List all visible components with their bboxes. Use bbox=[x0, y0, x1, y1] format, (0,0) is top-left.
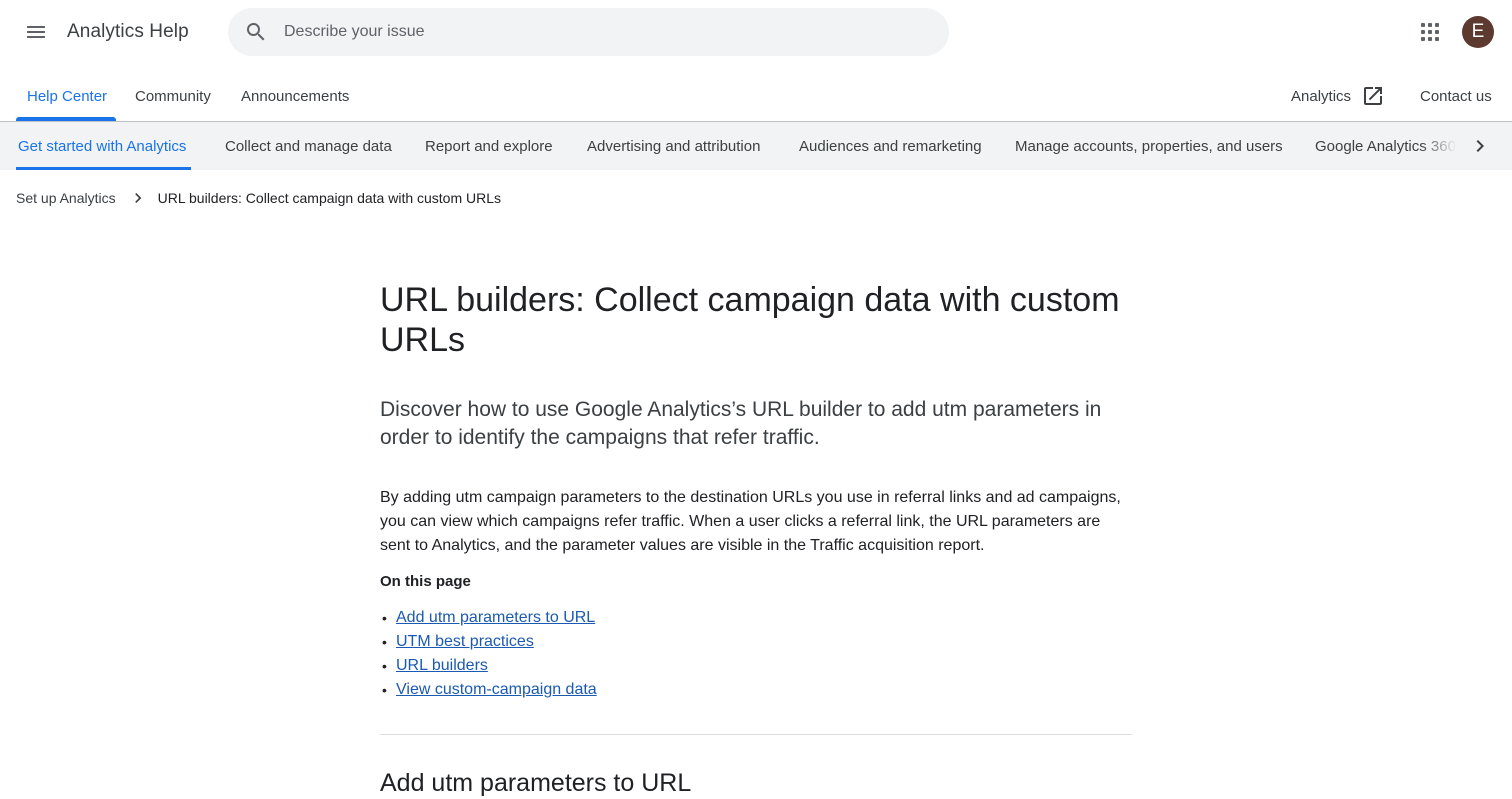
section-title: Add utm parameters to URL bbox=[380, 769, 692, 797]
topic-advertising-attribution[interactable]: Advertising and attribution bbox=[587, 122, 760, 170]
chevron-right-icon bbox=[1476, 140, 1484, 152]
open-in-new-icon bbox=[1364, 87, 1383, 105]
topic-bar: Get started with Analytics Collect and m… bbox=[0, 122, 1512, 170]
analytics-external-link[interactable]: Analytics bbox=[1291, 71, 1385, 121]
topic-collect-manage-data[interactable]: Collect and manage data bbox=[225, 122, 392, 170]
breadcrumb-separator bbox=[126, 186, 150, 210]
topic-scroll-next-button[interactable] bbox=[1466, 132, 1494, 160]
breadcrumb-current: URL builders: Collect campaign data with… bbox=[157, 190, 502, 206]
search-input[interactable] bbox=[284, 8, 924, 56]
google-apps-button[interactable] bbox=[1410, 12, 1450, 52]
contact-us-link[interactable]: Contact us bbox=[1420, 71, 1492, 121]
section-divider bbox=[380, 734, 1132, 735]
analytics-link-label: Analytics bbox=[1291, 87, 1352, 105]
tab-community[interactable]: Community bbox=[135, 71, 211, 121]
toc-heading: On this page bbox=[380, 573, 471, 590]
breadcrumb-parent[interactable]: Set up Analytics bbox=[16, 190, 116, 206]
toc-link-url-builders[interactable]: URL builders bbox=[396, 657, 488, 674]
search-icon[interactable] bbox=[244, 20, 268, 44]
toc-link-utm-best-practices[interactable]: UTM best practices bbox=[396, 633, 534, 650]
account-avatar[interactable]: E bbox=[1462, 16, 1494, 48]
toc-item: Add utm parameters to URL bbox=[380, 606, 1132, 630]
primary-nav: Help Center Community Announcements Anal… bbox=[0, 71, 1512, 121]
topic-audiences-remarketing[interactable]: Audiences and remarketing bbox=[799, 122, 982, 170]
toc-item: URL builders bbox=[380, 654, 1132, 678]
product-name[interactable]: Analytics Help bbox=[67, 21, 189, 43]
tab-help-center[interactable]: Help Center bbox=[27, 71, 107, 121]
page-title: URL builders: Collect campaign data with… bbox=[380, 281, 1120, 359]
article-lead: Discover how to use Google Analytics’s U… bbox=[380, 398, 1102, 449]
active-topic-indicator bbox=[16, 167, 191, 170]
hamburger-menu-icon bbox=[27, 26, 45, 38]
search-bar[interactable] bbox=[228, 8, 949, 56]
tab-announcements[interactable]: Announcements bbox=[241, 71, 349, 121]
main-menu-button[interactable] bbox=[14, 10, 58, 54]
chevron-right-icon bbox=[134, 193, 141, 203]
topic-report-explore[interactable]: Report and explore bbox=[425, 122, 553, 170]
toc-item: View custom-campaign data bbox=[380, 678, 1132, 702]
apps-grid-icon bbox=[1421, 23, 1439, 41]
article-intro: By adding utm campaign parameters to the… bbox=[380, 489, 1121, 554]
topic-get-started[interactable]: Get started with Analytics bbox=[18, 122, 186, 170]
top-header: Analytics Help E bbox=[0, 0, 1512, 64]
breadcrumb: Set up Analytics URL builders: Collect c… bbox=[16, 186, 501, 210]
toc-item: UTM best practices bbox=[380, 630, 1132, 654]
article: URL builders: Collect campaign data with… bbox=[380, 280, 1132, 799]
topic-manage-accounts[interactable]: Manage accounts, properties, and users bbox=[1015, 122, 1283, 170]
toc-link-add-utm[interactable]: Add utm parameters to URL bbox=[396, 609, 595, 626]
toc-link-view-campaign-data[interactable]: View custom-campaign data bbox=[396, 681, 597, 698]
toc-list: Add utm parameters to URL UTM best pract… bbox=[380, 606, 1132, 702]
